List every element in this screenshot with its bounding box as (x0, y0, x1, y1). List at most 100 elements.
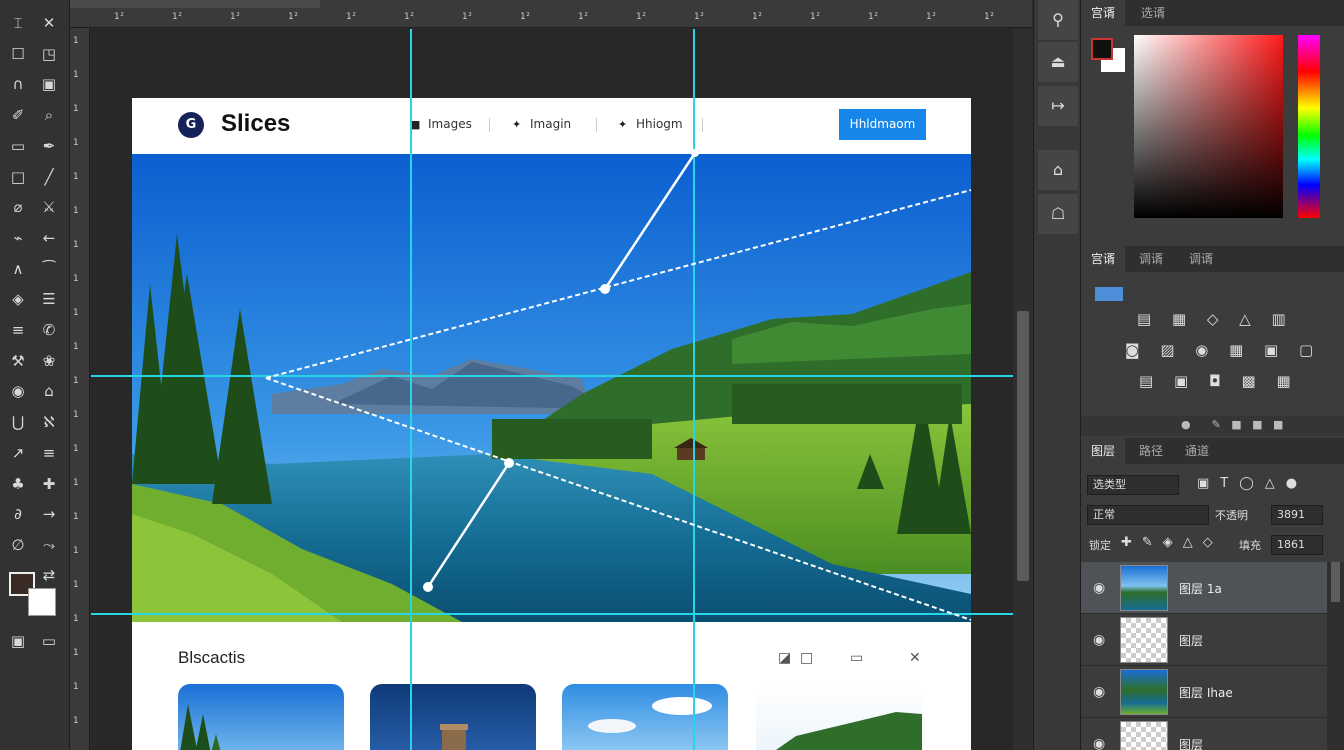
tool-icon[interactable]: ↗ (6, 442, 30, 464)
tool-icon[interactable]: ℵ (37, 411, 61, 433)
tab-adjustments[interactable]: 宫谞 (1081, 246, 1126, 272)
gallery-card-1[interactable] (178, 684, 344, 750)
tool-icon[interactable]: ⚔ (37, 196, 61, 218)
gallery-card-4[interactable] (756, 684, 922, 750)
document-tab-strip[interactable] (70, 0, 320, 8)
nav-item-imagin[interactable]: ✦ Imagin (512, 117, 571, 131)
square-icon[interactable]: □ (800, 650, 813, 666)
tab-properties[interactable]: 调谞 (1179, 246, 1223, 272)
layer-row-1[interactable]: ◉ 图层 1a (1081, 562, 1327, 614)
lock-icons[interactable]: ✚✎◈△◇ (1121, 535, 1223, 550)
gallery-card-3[interactable] (562, 684, 728, 750)
foreground-color-swatch[interactable] (1091, 38, 1113, 60)
tool-icon[interactable]: ∧ (6, 258, 30, 280)
tool-icon[interactable]: ≡ (37, 442, 61, 464)
swap-colors-icon[interactable]: ⇄ (37, 564, 61, 586)
tool-icon[interactable]: ✚ (37, 473, 61, 495)
tab-paths[interactable]: 路径 (1129, 438, 1173, 464)
eye-icon[interactable]: ◉ (1093, 632, 1105, 648)
layer-filter-select[interactable]: 选类型 (1087, 475, 1179, 495)
hue-slider[interactable] (1298, 35, 1320, 218)
scrollbar-thumb[interactable] (1017, 311, 1029, 581)
tool-icon[interactable]: ╱ (37, 166, 61, 188)
tab-swatches[interactable]: 选谞 (1131, 0, 1175, 26)
tool-icon[interactable]: ♣ (6, 473, 30, 495)
color-picker-field[interactable] (1134, 35, 1283, 218)
tool-icon[interactable]: ✐ (6, 104, 30, 126)
tool-icon[interactable]: ∅ (6, 534, 30, 556)
tool-icon[interactable]: ⚒ (6, 350, 30, 372)
nav-item-hhiogm[interactable]: ✦ Hhiogm (618, 117, 683, 131)
quick-mask-icon[interactable]: ▣ (6, 630, 30, 652)
tool-icon[interactable]: ⌁ (6, 227, 30, 249)
tab-channels[interactable]: 通道 (1175, 438, 1219, 464)
top-ruler[interactable]: 1² 1² 1² 1² 1² 1² 1² 1² 1² 1² 1² 1² 1² 1² 1² 1² (70, 0, 1032, 28)
tool-icon[interactable]: ◈ (6, 288, 30, 310)
layer-name: 图层 1a (1179, 582, 1222, 596)
actions-icon[interactable]: ⏏ (1038, 42, 1078, 82)
blend-mode-select[interactable]: 正常 (1087, 505, 1209, 525)
eye-icon[interactable]: ◉ (1093, 684, 1105, 700)
eye-icon[interactable]: ◉ (1093, 580, 1105, 596)
tool-icon[interactable]: ⤳ (37, 534, 61, 556)
tool-icon[interactable]: ▭ (6, 135, 30, 157)
paragraph-icon[interactable]: ↦ (1038, 86, 1078, 126)
properties-icon[interactable]: ☖ (1038, 194, 1078, 234)
fill-input[interactable]: 1861 (1271, 535, 1323, 555)
tool-icon[interactable]: ← (37, 227, 61, 249)
tool-icon[interactable]: ◉ (6, 380, 30, 402)
adjustment-icons-row-1[interactable]: ▤ ▦ ◇ △ ▥ (1137, 310, 1294, 328)
tool-icon[interactable]: ▣ (37, 73, 61, 95)
close-icon[interactable]: ✕ (909, 650, 921, 666)
left-ruler[interactable]: 1 1 1 1 1 1 1 1 1 1 1 1 1 1 1 1 1 1 1 1 1 (70, 28, 90, 750)
tool-icon[interactable]: ✕ (37, 12, 61, 34)
ruler-tick-label: 1² (230, 12, 241, 22)
tool-icon[interactable]: ≡ (6, 319, 30, 341)
scrollbar-thumb[interactable] (1331, 562, 1340, 602)
history-icon[interactable]: ⚲ (1038, 0, 1078, 40)
tool-icon[interactable]: ⋃ (6, 411, 30, 433)
libraries-icon[interactable]: ⌂ (1038, 150, 1078, 190)
footer-icons[interactable]: ● ✎ ■ ■ ■ (1181, 418, 1283, 431)
preset-icon[interactable] (1095, 287, 1123, 301)
tool-icon[interactable]: ⁀ (37, 258, 61, 280)
opacity-input[interactable]: 3891 (1271, 505, 1323, 525)
rectangle-icon[interactable]: ▭ (850, 650, 863, 666)
ruler-tick-label: 1² (520, 12, 531, 22)
canvas-vertical-scrollbar[interactable] (1013, 29, 1033, 750)
tool-icon[interactable]: ✒ (37, 135, 61, 157)
layer-row-3[interactable]: ◉ 图层 Ihae (1081, 666, 1327, 718)
layers-scrollbar[interactable] (1327, 562, 1344, 750)
tab-color[interactable]: 宫谞 (1081, 0, 1126, 26)
tool-icon[interactable]: ⌕ (37, 104, 61, 126)
tab-styles[interactable]: 调谞 (1129, 246, 1173, 272)
tool-icon[interactable]: ☰ (37, 288, 61, 310)
tool-icon[interactable]: □ (6, 166, 30, 188)
adjustment-icons-row-2[interactable]: ◙ ▨ ◉ ▦ ▣ ▢ (1125, 341, 1321, 359)
cta-button[interactable]: Hhldmaom (839, 109, 926, 140)
tool-icon[interactable]: ⌂ (37, 380, 61, 402)
edit-icon[interactable]: ◪ (778, 650, 791, 666)
adjustment-icons-row-3[interactable]: ▤ ▣ ◘ ▩ ▦ (1139, 372, 1299, 390)
document-canvas[interactable]: G Slices ■ Images ✦ Imagin ✦ Hhiogm Hhldmao… (132, 98, 971, 750)
tool-icon[interactable]: ☐ (6, 43, 30, 65)
layer-row-2[interactable]: ◉ 图层 (1081, 614, 1327, 666)
tool-icon[interactable]: ◳ (37, 43, 61, 65)
layer-row-4[interactable]: ◉ 图层 (1081, 718, 1327, 750)
tool-icon[interactable]: ∩ (6, 73, 30, 95)
layer-filter-icons[interactable]: ▣T◯△● (1197, 476, 1308, 491)
tool-icon[interactable]: → (37, 503, 61, 525)
gallery-card-2[interactable] (370, 684, 536, 750)
tool-icon[interactable]: ❀ (37, 350, 61, 372)
logo-mark: G (178, 112, 204, 138)
screen-mode-icon[interactable]: ▭ (37, 630, 61, 652)
tool-icon[interactable]: ⌀ (6, 196, 30, 218)
layer-name: 图层 Ihae (1179, 686, 1233, 700)
nav-item-images[interactable]: ■ Images (410, 117, 472, 131)
tool-icon[interactable]: ⌶ (6, 12, 30, 34)
tool-icon[interactable]: ✆ (37, 319, 61, 341)
background-swatch[interactable] (28, 588, 56, 616)
tool-icon[interactable]: ∂ (6, 503, 30, 525)
eye-icon[interactable]: ◉ (1093, 736, 1105, 750)
tab-layers[interactable]: 图层 (1081, 438, 1126, 464)
